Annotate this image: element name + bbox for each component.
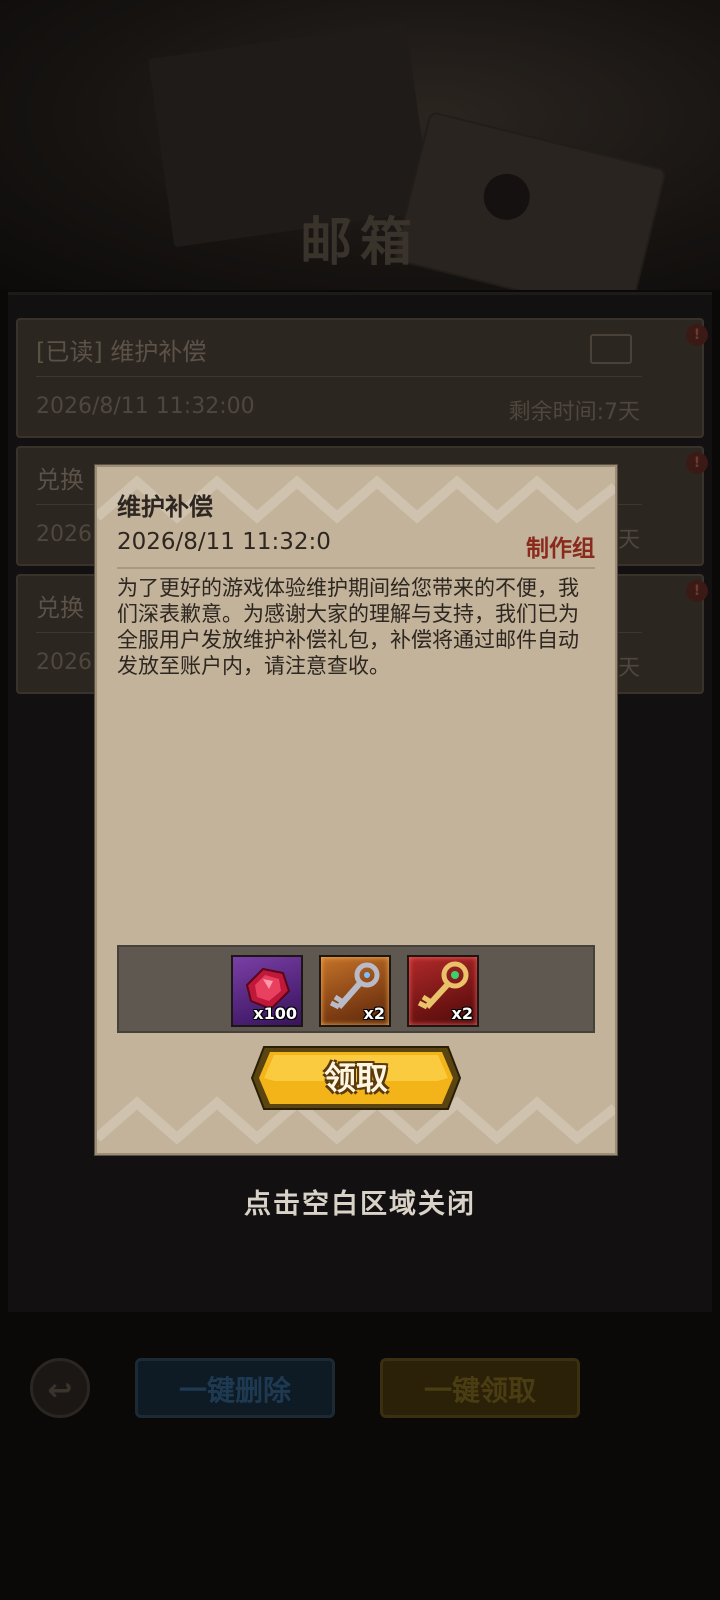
mail-list-item[interactable]: [已读] 维护补偿 2026/8/11 11:32:00 剩余时间:7天 ! (16, 318, 708, 438)
mail-title: 兑换 (36, 594, 84, 622)
divider (117, 567, 595, 569)
mail-title: 兑换 (36, 466, 84, 494)
mailbox-title: 邮箱 (299, 213, 420, 273)
reward-item[interactable]: x2 (319, 955, 391, 1027)
reward-quantity: x100 (253, 1004, 297, 1023)
unread-badge: ! (686, 580, 708, 602)
reward-quantity: x2 (363, 1004, 385, 1023)
reward-quantity: x2 (451, 1004, 473, 1023)
mail-date: 2026/8/11 11:32:0 (117, 529, 331, 555)
reward-item[interactable]: x100 (231, 955, 303, 1027)
mail-body-text: 为了更好的游戏体验维护期间给您带来的不便，我们深表歉意。为感谢大家的理解与支持，… (117, 576, 579, 678)
mail-date: 2026 (36, 522, 92, 547)
reward-item[interactable]: x2 (407, 955, 479, 1027)
reward-list: x100 x2 x2 (117, 945, 595, 1033)
mail-sender: 制作组 (526, 536, 595, 562)
mail-detail-modal: 维护补偿 2026/8/11 11:32:0 制作组 为了更好的游戏体验维护期间… (95, 465, 617, 1155)
mail-remaining-time: 天 (617, 528, 640, 553)
mail-date: 2026/8/11 11:32:00 (36, 394, 255, 419)
delete-all-button[interactable]: 一键删除 (135, 1358, 335, 1418)
back-button[interactable]: ↩ (30, 1358, 90, 1418)
mail-remaining-time: 剩余时间:7天 (508, 400, 640, 425)
claim-label: 领取 (323, 1059, 388, 1097)
close-hint-text: 点击空白区域关闭 (244, 1189, 476, 1220)
unread-badge: ! (686, 452, 708, 474)
mailbox-header-background: 邮箱 (0, 0, 720, 290)
mail-title: 维护补偿 (117, 493, 213, 521)
back-arrow-icon: ↩ (47, 1373, 73, 1408)
unread-badge: ! (686, 324, 708, 346)
claim-all-button[interactable]: 一键领取 (380, 1358, 580, 1418)
mail-title: [已读] 维护补偿 (36, 338, 207, 366)
claim-button[interactable]: 领取 (250, 1045, 462, 1111)
gift-mail-icon (590, 334, 632, 364)
mail-date: 2026 (36, 650, 92, 675)
mail-remaining-time: 天 (617, 656, 640, 681)
divider (36, 376, 642, 377)
